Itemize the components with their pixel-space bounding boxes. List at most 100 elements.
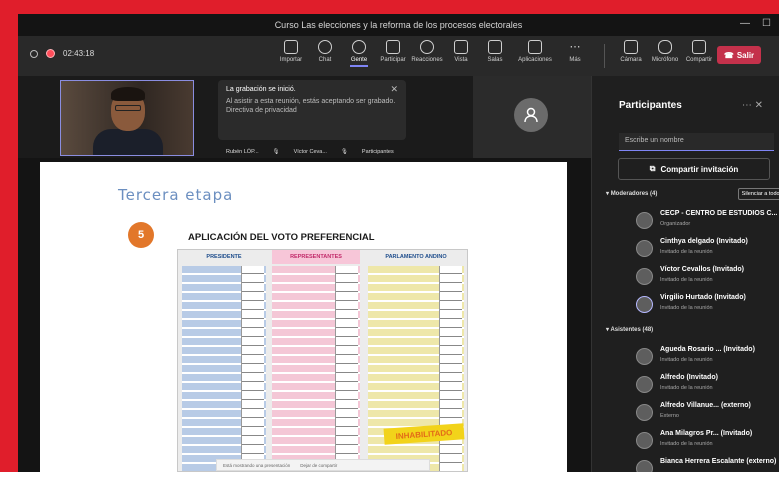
moderators-section-header[interactable]: ▾ Moderadores (4) <box>606 190 657 197</box>
name-label: Rubén LÓP... <box>226 149 259 155</box>
mic-icon: 🎙 <box>340 149 348 155</box>
raise-hand-icon <box>386 40 400 54</box>
avatar <box>636 404 653 421</box>
recording-notification: La grabación se inició. Al asistir a est… <box>218 80 406 140</box>
avatar <box>636 296 653 313</box>
name-label: Participantes <box>361 149 394 155</box>
participant-item[interactable]: Alfredo (Invitado) Invitado de la reunió… <box>636 374 779 398</box>
toolbar-rooms-button[interactable]: Salas <box>478 40 512 67</box>
speaker-video-tile[interactable] <box>60 80 194 156</box>
camera-button[interactable]: Cámara <box>614 40 648 63</box>
people-icon <box>352 40 366 54</box>
shared-screen: Tercera etapa 5 APLICACIÓN DEL VOTO PREF… <box>18 158 591 472</box>
participants-panel: Participantes ⋯ ✕ Escribe un nombre ⧉ Co… <box>591 76 779 472</box>
toolbar-raise-hand-button[interactable]: Participar <box>376 40 410 67</box>
toolbar-apps-button[interactable]: Aplicaciones <box>512 40 558 67</box>
participant-item[interactable]: Víctor Cevallos (Invitado) Invitado de l… <box>636 266 779 290</box>
toolbar-view-button[interactable]: Vista <box>444 40 478 67</box>
avatar <box>636 432 653 449</box>
participant-search-input[interactable]: Escribe un nombre <box>619 133 774 151</box>
apps-icon <box>528 40 542 54</box>
participant-item[interactable]: CECP - CENTRO DE ESTUDIOS C... Organizad… <box>636 210 779 234</box>
avatar <box>636 376 653 393</box>
person-icon <box>524 107 538 123</box>
participant-item[interactable]: Ana Milagros Pr... (Invitado) Invitado d… <box>636 430 779 454</box>
mic-icon: 🎙 <box>272 149 280 155</box>
mute-all-button[interactable]: Silenciar a todos <box>738 188 779 200</box>
avatar <box>636 460 653 472</box>
name-label: Víctor Ceva... <box>293 149 327 155</box>
step-number-badge: 5 <box>128 222 154 248</box>
camera-off-icon <box>624 40 638 54</box>
participant-item[interactable]: Cinthya delgado (Invitado) Invitado de l… <box>636 238 779 262</box>
ballot-vote-boxes <box>439 266 462 471</box>
bottom-border <box>0 472 779 477</box>
notification-title: La grabación se inició. <box>226 86 296 93</box>
minimize-icon[interactable]: — <box>740 18 750 29</box>
participant-name-labels: Rubén LÓP... 🎙 Víctor Ceva... 🎙 Particip… <box>226 149 394 155</box>
toolbar-reactions-button[interactable]: Reacciones <box>410 40 444 67</box>
stop-sharing-link[interactable]: Dejar de compartir <box>300 463 337 468</box>
chat-icon <box>318 40 332 54</box>
toolbar-people-button[interactable]: Gente <box>342 40 376 67</box>
maximize-icon[interactable]: ☐ <box>762 18 771 29</box>
ballot-column: PRESIDENTE <box>182 250 266 471</box>
participant-avatar-tile[interactable] <box>473 76 591 158</box>
participant-item[interactable]: Alfredo Villanue... (externo) Externo <box>636 402 779 426</box>
toolbar-more-button[interactable]: ⋯ Más <box>558 40 592 67</box>
sharing-status: Está mostrando una presentación <box>223 462 291 468</box>
speaker-body <box>93 129 163 155</box>
gallery-icon <box>284 40 298 54</box>
toolbar-importar-button[interactable]: Importar <box>274 40 308 67</box>
toolbar-actions: Importar Chat Gente Participar Reaccione… <box>274 40 592 67</box>
video-strip: La grabación se inició. Al asistir a est… <box>18 76 591 158</box>
panel-title: Participantes <box>619 100 682 111</box>
participant-item[interactable]: Agueda Rosario ... (Invitado) Invitado d… <box>636 346 779 370</box>
share-invitation-button[interactable]: ⧉ Compartir invitación <box>618 158 770 180</box>
ballot-image: PRESIDENTE REPRESENTANTES PARLAMENTO AND… <box>177 249 468 472</box>
window-title: Curso Las elecciones y la reforma de los… <box>274 20 523 30</box>
presentation-slide: Tercera etapa 5 APLICACIÓN DEL VOTO PREF… <box>40 162 567 472</box>
participant-item[interactable]: Virgilio Hurtado (Invitado) Invitado de … <box>636 294 779 318</box>
leave-button[interactable]: ☎ Salir <box>717 46 761 64</box>
ballot-column-header: PARLAMENTO ANDINO <box>385 254 447 260</box>
meeting-toolbar: 02:43:18 Importar Chat Gente Participar … <box>18 36 779 76</box>
title-bar: Curso Las elecciones y la reforma de los… <box>18 14 779 36</box>
avatar <box>636 348 653 365</box>
speaker-glasses <box>115 105 141 111</box>
meeting-timer: 02:43:18 <box>63 49 95 58</box>
avatar <box>636 268 653 285</box>
view-icon <box>454 40 468 54</box>
ballot-vote-boxes <box>241 266 264 471</box>
participant-item[interactable]: Bianca Herrera Escalante (externo) <box>636 458 779 472</box>
slide-stage-title: Tercera etapa <box>118 186 234 204</box>
toolbar-divider <box>604 44 605 68</box>
ballot-vote-boxes <box>335 266 358 471</box>
phone-hangup-icon: ☎ <box>723 50 734 60</box>
close-icon[interactable]: ✕ <box>390 84 398 95</box>
panel-options-icon[interactable]: ⋯ ✕ <box>742 100 763 111</box>
share-screen-button[interactable]: Compartir <box>682 40 716 63</box>
avatar <box>636 240 653 257</box>
reactions-icon <box>420 40 434 54</box>
toolbar-chat-button[interactable]: Chat <box>308 40 342 67</box>
avatar <box>514 98 548 132</box>
mic-off-icon <box>658 40 672 54</box>
slide-heading: APLICACIÓN DEL VOTO PREFERENCIAL <box>188 232 375 243</box>
recording-icon <box>46 49 55 58</box>
share-screen-icon <box>692 40 706 54</box>
meeting-status: 02:43:18 <box>30 49 94 58</box>
sharing-indicator: Está mostrando una presentación Dejar de… <box>216 459 430 471</box>
microphone-button[interactable]: Micrófono <box>648 40 682 63</box>
more-icon: ⋯ <box>569 41 581 53</box>
notification-body: Al asistir a esta reunión, estás aceptan… <box>226 98 396 114</box>
rooms-icon <box>488 40 502 54</box>
window-controls: — ☐ <box>740 18 771 29</box>
ballot-column-header: REPRESENTANTES <box>272 250 360 264</box>
avatar <box>636 212 653 229</box>
shield-icon <box>30 49 38 58</box>
copy-link-icon: ⧉ <box>649 164 656 173</box>
attendees-section-header[interactable]: ▾ Asistentes (48) <box>606 326 653 333</box>
device-controls: Cámara Micrófono Compartir <box>614 40 716 63</box>
speaker-hair <box>111 87 145 101</box>
